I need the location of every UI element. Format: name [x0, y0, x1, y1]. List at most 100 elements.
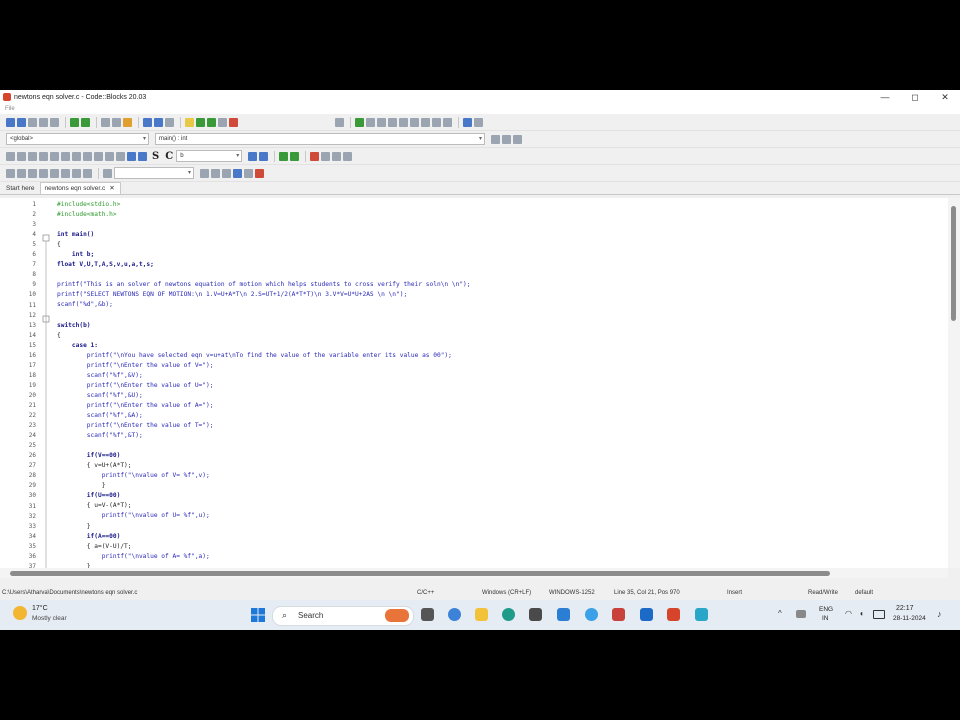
step-into-instruction-icon[interactable] [421, 117, 430, 127]
select-icon[interactable] [6, 151, 15, 161]
code-line[interactable]: printf("\nEnter the value of V="); [57, 361, 948, 371]
panel-icon[interactable] [94, 151, 103, 161]
jump-icon[interactable] [222, 168, 231, 178]
close-button[interactable]: ✕ [930, 92, 960, 103]
build-run-icon[interactable] [207, 117, 216, 127]
code-line[interactable]: scanf("%f",&T); [57, 431, 948, 441]
run-icon[interactable] [196, 117, 205, 127]
frame-icon[interactable] [28, 151, 37, 161]
horizontal-scrollbar[interactable] [0, 568, 948, 578]
copy-icon[interactable] [112, 117, 121, 127]
tray-chevron-icon[interactable]: ^ [778, 609, 782, 618]
code-line[interactable]: case 1: [57, 341, 948, 351]
maximize-button[interactable]: ◻ [900, 92, 930, 103]
function-combo[interactable]: main() : int ▾ [155, 133, 485, 145]
next-line-icon[interactable] [377, 117, 386, 127]
step-into-icon[interactable] [388, 117, 397, 127]
save-all-icon[interactable] [39, 117, 48, 127]
microsoft-store-icon[interactable] [529, 608, 542, 621]
weather-temp[interactable]: 17°C [32, 605, 48, 612]
remove-icon[interactable] [255, 168, 264, 178]
abort-icon[interactable] [229, 117, 238, 127]
search-combo[interactable]: b ▾ [176, 150, 243, 162]
code-line[interactable]: scanf("%d",&b); [57, 300, 948, 310]
save-icon[interactable] [28, 117, 37, 127]
jump-back-icon[interactable] [491, 134, 500, 144]
tray-app-icon[interactable] [796, 610, 806, 618]
grid-icon[interactable] [61, 151, 70, 161]
image-icon[interactable] [39, 151, 48, 161]
snipping-tool-icon[interactable] [695, 608, 708, 621]
copilot-icon[interactable] [448, 608, 461, 621]
taskbar-search-box[interactable]: ⌕ Search [272, 606, 414, 626]
code-line[interactable]: } [57, 522, 948, 532]
highlight-clear-icon[interactable] [244, 168, 253, 178]
code-line[interactable] [57, 311, 948, 321]
panel3-icon[interactable] [116, 151, 125, 161]
debug-windows-icon[interactable] [463, 117, 472, 127]
code-line[interactable]: { a=(V-U)/T; [57, 542, 948, 552]
tab-start-here[interactable]: Start here [2, 184, 40, 194]
find-icon[interactable] [143, 117, 152, 127]
bold-c-button[interactable]: C [165, 151, 173, 162]
forward-arrow-icon[interactable] [290, 151, 300, 161]
minimize-button[interactable]: — [870, 92, 900, 102]
code-line[interactable]: { v=U+(A*T); [57, 461, 948, 471]
next-instruction-icon[interactable] [410, 117, 419, 127]
redo-icon[interactable] [81, 117, 90, 127]
tool-icon[interactable] [17, 168, 26, 178]
code-line[interactable]: printf("This is an solver of newtons equ… [57, 280, 948, 290]
code-line[interactable]: scanf("%f",&U); [57, 391, 948, 401]
table-icon[interactable] [50, 151, 59, 161]
bold-s-button[interactable]: S [152, 151, 159, 162]
zoom-out-icon[interactable] [138, 151, 147, 161]
next-icon[interactable] [211, 168, 220, 178]
cut-icon[interactable] [101, 117, 110, 127]
bookmark-icon[interactable] [310, 151, 320, 161]
language-region[interactable]: IN [822, 615, 829, 622]
edge-browser-icon[interactable] [502, 608, 515, 621]
task-view-icon[interactable] [421, 608, 434, 621]
code-line[interactable] [57, 220, 948, 230]
stop-debug-icon[interactable] [443, 117, 452, 127]
wifi-icon[interactable]: ◠ [845, 609, 852, 618]
outlook-icon[interactable] [640, 608, 653, 621]
code-line[interactable] [57, 441, 948, 451]
code-line[interactable]: scanf("%f",&V); [57, 371, 948, 381]
code-line[interactable]: printf("\nYou have selected eqn v=u+at\n… [57, 351, 948, 361]
codeblocks-taskbar-icon[interactable] [667, 608, 680, 621]
code-line[interactable]: scanf("%f",&A); [57, 411, 948, 421]
block-icon[interactable] [83, 151, 92, 161]
code-line[interactable]: printf("\nEnter the value of U="); [57, 381, 948, 391]
vertical-scroll-thumb[interactable] [951, 206, 956, 321]
prev-icon[interactable] [200, 168, 209, 178]
jump-forward-icon[interactable] [502, 134, 511, 144]
settings-icon[interactable] [83, 168, 92, 178]
code-line[interactable]: #include<stdio.h> [57, 200, 948, 210]
undo-icon[interactable] [70, 117, 79, 127]
weather-desc[interactable]: Mostly clear [32, 615, 67, 622]
tool-icon[interactable] [6, 168, 15, 178]
code-line[interactable]: } [57, 481, 948, 491]
code-line[interactable]: switch(b) [57, 321, 948, 331]
bookmark-next-icon[interactable] [332, 151, 342, 161]
comment-icon[interactable] [28, 168, 37, 178]
panel2-icon[interactable] [105, 151, 114, 161]
back-arrow-icon[interactable] [279, 151, 289, 161]
print-icon[interactable] [50, 117, 59, 127]
tab-newtons-eqn-solver[interactable]: newtons eqn solver.c ✕ [39, 182, 121, 194]
rebuild-icon[interactable] [218, 117, 227, 127]
clock-date[interactable]: 28-11-2024 [893, 615, 926, 622]
battery-icon[interactable] [873, 610, 885, 619]
weather-icon[interactable] [13, 606, 27, 620]
windows-start-icon[interactable] [251, 608, 265, 624]
code-line[interactable]: { u=V-(A*T); [57, 501, 948, 511]
code-line[interactable]: { [57, 240, 948, 250]
bookmark-prev-icon[interactable] [321, 151, 331, 161]
macro-combo[interactable]: ▾ [114, 167, 194, 179]
code-text[interactable]: #include<stdio.h> #include<math.h> int ma… [57, 200, 948, 568]
shield-app-icon[interactable] [612, 608, 625, 621]
open-file-icon[interactable] [17, 117, 26, 127]
code-line[interactable]: int main() [57, 230, 948, 240]
build-target-icon[interactable] [335, 117, 344, 127]
